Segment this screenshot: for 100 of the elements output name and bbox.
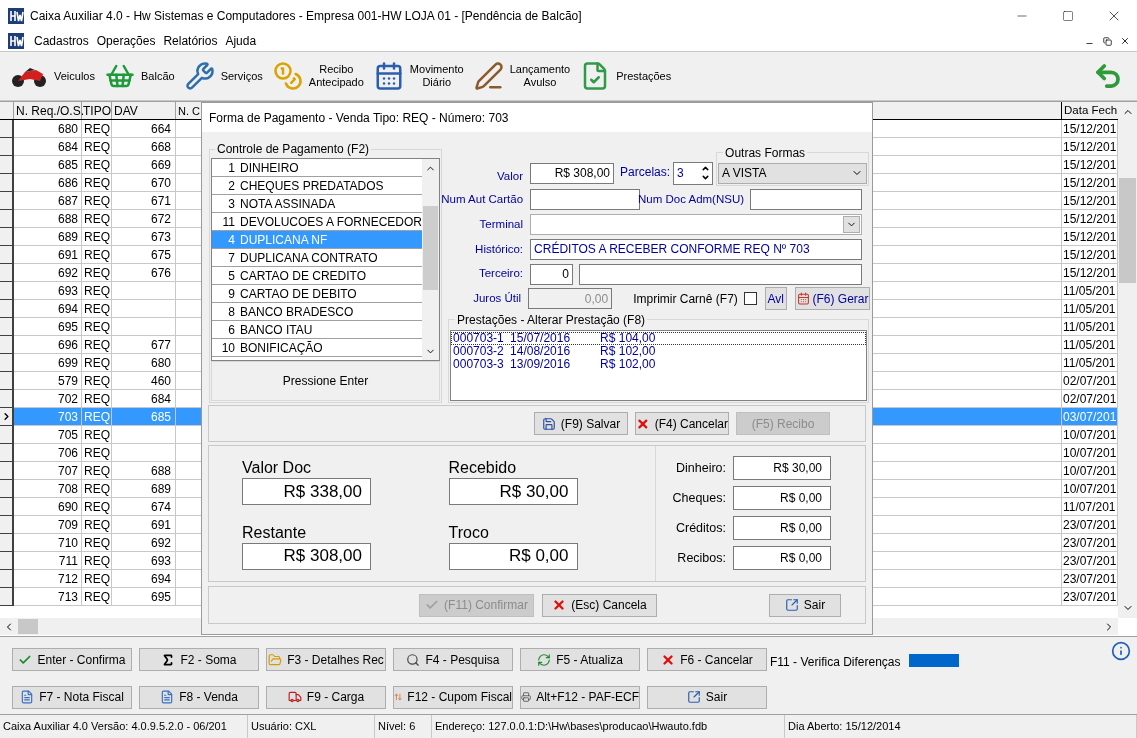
row-indicator[interactable] [0,120,14,138]
parcelas-spinner[interactable]: 3 [673,161,714,185]
row-indicator[interactable] [0,228,14,246]
payment-method-item[interactable]: 5 CARTAO DE CREDITO [212,267,423,285]
info-icon[interactable] [1111,641,1131,661]
avl-button[interactable]: Avl [764,287,787,311]
row-indicator[interactable] [0,372,14,390]
scroll-thumb[interactable] [423,206,439,290]
scroll-thumb[interactable] [1119,178,1136,283]
action-button[interactable]: F4 - Pesquisa [393,648,513,671]
num-doc-adm-field[interactable] [750,189,863,211]
installment-row[interactable]: 000703-3 13/09/2016 R$ 102,00 [451,357,867,371]
row-indicator[interactable] [0,192,14,210]
menu-item[interactable]: Relatórios [159,32,222,50]
payment-method-item[interactable]: 1 DINHEIRO [212,159,423,177]
row-indicator[interactable] [0,174,14,192]
dialog-button[interactable]: (F4) Cancelar [635,412,729,435]
outras-formas-select[interactable]: A VISTA [718,162,868,184]
installment-row[interactable]: 000703-2 14/08/2016 R$ 102,00 [451,344,867,358]
row-indicator[interactable] [0,552,14,570]
action-button[interactable]: Sair [647,685,767,709]
document-icon [160,690,175,704]
action-button[interactable]: Enter - Confirma [12,648,132,671]
column-header[interactable]: TIPO [82,102,112,119]
dialog-button[interactable]: Sair [769,593,841,617]
maximize-icon[interactable] [1062,9,1074,22]
table-cell: 680 [112,354,176,372]
toolbar-button[interactable]: Veiculos [10,54,95,98]
menu-item[interactable]: Cadastros [30,32,93,50]
row-indicator[interactable] [0,480,14,498]
imprimir-carne-checkbox[interactable] [743,292,757,306]
row-indicator[interactable] [0,318,14,336]
payment-method-item[interactable]: 9 CARTAO DE DEBITO [212,285,423,303]
toolbar-button[interactable]: Prestações [580,54,672,98]
table-cell: 713 [14,588,82,606]
row-indicator[interactable] [0,210,14,228]
summary-label: Recibos: [677,549,726,567]
action-button[interactable]: F9 - Carga [266,685,386,709]
gerar-button[interactable]: (F6) Gerar [794,287,871,311]
action-button[interactable]: F5 - Atualiza [520,648,640,671]
table-cell: 675 [112,246,176,264]
row-indicator[interactable] [0,588,14,606]
menu-item[interactable]: Operações [92,32,160,50]
row-indicator[interactable] [0,462,14,480]
payment-method-item[interactable]: 10 BONIFICAÇÃO [212,339,423,357]
column-header[interactable]: N. Req./O.S. [14,102,82,119]
row-indicator[interactable] [0,354,14,372]
row-indicator[interactable] [0,426,14,444]
back-arrow-icon[interactable] [1093,61,1123,91]
row-indicator[interactable] [0,534,14,552]
row-indicator[interactable] [0,246,14,264]
terceiro-name-field[interactable] [579,263,863,285]
payment-method-item[interactable]: 3 NOTA ASSINADA [212,195,423,213]
num-aut-cartao-field[interactable] [530,189,641,211]
row-indicator[interactable] [0,138,14,156]
terceiro-code-field[interactable]: 0 [530,263,574,285]
payment-method-item[interactable]: 7 DUPLICANA CONTRATO [212,249,423,267]
column-header[interactable]: DAV [112,102,176,119]
row-indicator[interactable] [0,408,14,426]
payment-method-item[interactable]: 6 BANCO ITAU [212,321,423,339]
dialog-button[interactable]: (F9) Salvar [534,412,628,435]
payment-method-item[interactable]: 2 CHEQUES PREDATADOS [212,177,423,195]
installment-row[interactable]: 000703-1 15/07/2016 R$ 104,00 [451,331,867,345]
dialog-button[interactable]: (Esc) Cancela [542,593,657,617]
row-indicator[interactable] [0,264,14,282]
table-cell: 671 [112,192,176,210]
vertical-scrollbar[interactable] [1118,102,1137,618]
menu-item[interactable]: Ajuda [221,32,261,50]
close-icon[interactable] [1120,36,1130,46]
payment-method-item[interactable]: 8 BANCO BRADESCO [212,303,423,321]
toolbar-button[interactable]: Serviços [184,54,263,98]
toolbar-button[interactable]: Recibo Antecipado [272,54,364,98]
row-indicator[interactable] [0,336,14,354]
row-indicator[interactable] [0,390,14,408]
row-indicator[interactable] [0,516,14,534]
column-header[interactable]: N. C [176,105,200,117]
row-indicator[interactable] [0,570,14,588]
action-button[interactable]: F12 - Cupom Fiscal [393,685,513,709]
action-button[interactable]: F2 - Soma [139,648,259,671]
scroll-thumb[interactable] [18,619,38,634]
column-header[interactable]: Data Fech [1062,102,1118,119]
action-button[interactable]: Alt+F12 - PAF-ECF [520,685,640,709]
valor-field[interactable]: R$ 308,00 [530,162,615,184]
restore-icon[interactable] [1102,36,1112,46]
row-indicator[interactable] [0,498,14,516]
action-button[interactable]: F8 - Venda [139,685,259,709]
action-button[interactable]: F6 - Cancelar [647,648,767,671]
action-button[interactable]: F3 - Detalhes Rec [266,648,386,671]
action-button[interactable]: F7 - Nota Fiscal [12,685,132,709]
close-icon [636,416,650,431]
table-cell: 688 [112,462,176,480]
toolbar-button[interactable]: Lançamento Avulso [473,54,571,98]
row-indicator[interactable] [0,300,14,318]
list-scrollbar[interactable] [422,159,440,360]
row-indicator[interactable] [0,156,14,174]
toolbar-button[interactable]: Movimento Diário [373,54,464,98]
historico-field[interactable]: CRÉDITOS A RECEBER CONFORME REQ Nº 703 [530,238,863,260]
row-indicator[interactable] [0,444,14,462]
toolbar-button[interactable]: Balcão [105,54,175,98]
row-indicator[interactable] [0,282,14,300]
